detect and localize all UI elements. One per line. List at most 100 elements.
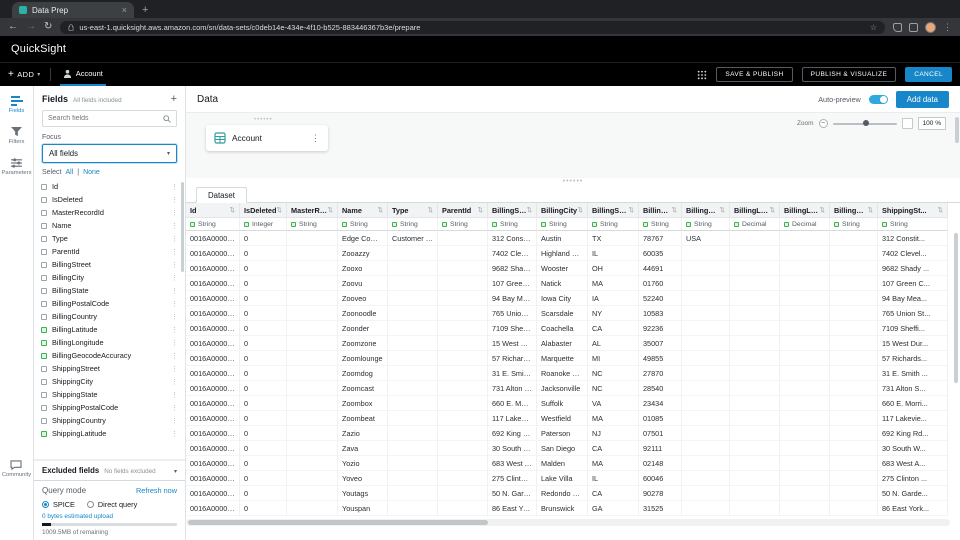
table-scrollbar[interactable] <box>954 233 958 383</box>
column-header[interactable]: BillingCou...⇅ <box>682 203 730 218</box>
field-menu-icon[interactable]: ⋮ <box>171 235 178 243</box>
field-item[interactable]: ShippingPostalCode ⋮ <box>34 401 185 414</box>
chevron-down-icon[interactable]: ▾ <box>174 468 177 475</box>
column-header[interactable]: BillingGeo...⇅ <box>830 203 878 218</box>
table-row[interactable]: 0016A00000... 0 Zooxo 9682 Shady ... Wooster… <box>186 261 960 276</box>
field-menu-icon[interactable]: ⋮ <box>171 417 178 425</box>
field-item[interactable]: BillingStreet ⋮ <box>34 258 185 271</box>
table-row[interactable]: 0016A00000... 0 Zoovu 107 Green C... Natick M… <box>186 276 960 291</box>
column-header[interactable]: Name ⇅ <box>338 203 388 218</box>
fields-list-scrollbar[interactable] <box>181 182 184 272</box>
focus-select[interactable]: All fields ▾ <box>42 144 177 163</box>
field-menu-icon[interactable]: ⋮ <box>171 287 178 295</box>
field-menu-icon[interactable]: ⋮ <box>171 430 178 438</box>
column-header[interactable]: BillingLatit...⇅ <box>730 203 780 218</box>
table-row[interactable]: 0016A00000... 0 Zooazzy 7402 Clevel... Highl… <box>186 246 960 261</box>
field-item[interactable]: MasterRecordId ⋮ <box>34 206 185 219</box>
field-menu-icon[interactable]: ⋮ <box>171 222 178 230</box>
field-item[interactable]: ShippingCity ⋮ <box>34 375 185 388</box>
field-item[interactable]: BillingCity ⋮ <box>34 271 185 284</box>
add-data-button[interactable]: Add data <box>895 90 949 108</box>
field-item[interactable]: Id ⋮ <box>34 180 185 193</box>
auto-preview-toggle[interactable] <box>868 94 888 104</box>
sort-icon[interactable]: ⇅ <box>938 206 943 214</box>
browser-menu-icon[interactable]: ⋮ <box>943 22 952 33</box>
field-item[interactable]: BillingState ⋮ <box>34 284 185 297</box>
table-row[interactable]: 0016A00000... 0 Zoombeat 117 Lakevie... West… <box>186 411 960 426</box>
column-header[interactable]: BillingPost...⇅ <box>639 203 682 218</box>
sort-icon[interactable]: ⇅ <box>578 206 583 214</box>
field-item[interactable]: IsDeleted ⋮ <box>34 193 185 206</box>
column-header[interactable]: ParentId ⇅ <box>438 203 488 218</box>
column-header[interactable]: ShippingSt... ⇅ <box>878 203 948 218</box>
column-header[interactable]: BillingLon...⇅ <box>780 203 830 218</box>
bookmark-star-icon[interactable]: ☆ <box>870 23 877 32</box>
save-publish-button[interactable]: SAVE & PUBLISH <box>716 67 793 82</box>
browser-tab[interactable]: Data Prep × <box>12 2 134 18</box>
field-item[interactable]: Type ⋮ <box>34 232 185 245</box>
refresh-now-link[interactable]: Refresh now <box>136 486 177 495</box>
field-item[interactable]: BillingGeocodeAccuracy ⋮ <box>34 349 185 362</box>
table-row[interactable]: 0016A00000... 0 Zoombox 660 E. Morri... Suff… <box>186 396 960 411</box>
account-node[interactable]: Account ⋮ <box>206 125 328 151</box>
back-icon[interactable]: ← <box>8 22 18 32</box>
field-item[interactable]: Name ⋮ <box>34 219 185 232</box>
new-tab-button[interactable]: + <box>142 4 148 16</box>
sort-icon[interactable]: ⇅ <box>277 206 282 214</box>
column-header[interactable]: Type ⇅ <box>388 203 438 218</box>
field-item[interactable]: BillingCountry ⋮ <box>34 310 185 323</box>
horizontal-scrollbar[interactable] <box>186 519 950 526</box>
field-item[interactable]: BillingLongitude ⋮ <box>34 336 185 349</box>
field-item[interactable]: ShippingLatitude ⋮ <box>34 427 185 440</box>
column-header[interactable]: BillingCity ⇅ <box>537 203 588 218</box>
sort-icon[interactable]: ⇅ <box>428 206 433 214</box>
field-menu-icon[interactable]: ⋮ <box>171 313 178 321</box>
table-row[interactable]: 0016A00000... 0 Youspan 86 East York... Brun… <box>186 501 960 516</box>
column-header[interactable]: Id ⇅ <box>186 203 240 218</box>
sort-icon[interactable]: ⇅ <box>527 206 532 214</box>
field-menu-icon[interactable]: ⋮ <box>171 339 178 347</box>
zoom-fit-button[interactable] <box>901 118 913 129</box>
select-none-link[interactable]: None <box>83 169 100 176</box>
table-row[interactable]: 0016A00000... 0 Zava 30 South W... San Diego… <box>186 441 960 456</box>
sort-icon[interactable]: ⇅ <box>230 206 235 214</box>
field-menu-icon[interactable]: ⋮ <box>171 274 178 282</box>
field-menu-icon[interactable]: ⋮ <box>171 365 178 373</box>
sort-icon[interactable]: ⇅ <box>868 206 873 214</box>
spice-radio[interactable]: SPICE <box>42 500 75 509</box>
table-row[interactable]: 0016A00000... 0 Yoveo 275 Clinton ... Lake V… <box>186 471 960 486</box>
sort-icon[interactable]: ⇅ <box>629 206 634 214</box>
tab-close-icon[interactable]: × <box>122 5 127 15</box>
field-menu-icon[interactable]: ⋮ <box>171 391 178 399</box>
table-row[interactable]: 0016A00000... 0 Zoomlounge 57 Richards... Ma… <box>186 351 960 366</box>
zoom-out-icon[interactable]: − <box>818 119 828 128</box>
field-item[interactable]: BillingPostalCode ⋮ <box>34 297 185 310</box>
table-row[interactable]: 0016A00000... 0 Zoomzone 15 West Dur... Alab… <box>186 336 960 351</box>
sort-icon[interactable]: ⇅ <box>820 206 825 214</box>
field-menu-icon[interactable]: ⋮ <box>171 352 178 360</box>
field-menu-icon[interactable]: ⋮ <box>171 248 178 256</box>
forward-icon[interactable]: → <box>26 22 36 32</box>
table-row[interactable]: 0016A00000... 0 Yozio 683 West An... Malden M… <box>186 456 960 471</box>
column-header[interactable]: IsDeleted ⇅ <box>240 203 287 218</box>
side-panel-icon[interactable] <box>909 22 918 32</box>
field-item[interactable]: ParentId ⋮ <box>34 245 185 258</box>
sort-icon[interactable]: ⇅ <box>378 206 383 214</box>
rail-item-parameters[interactable]: Parameters <box>2 158 31 176</box>
table-row[interactable]: 0016A00000... 0 Zoonder 7109 Sheffi... Coach… <box>186 321 960 336</box>
sort-icon[interactable]: ⇅ <box>770 206 775 214</box>
cancel-button[interactable]: CANCEL <box>905 67 952 82</box>
table-row[interactable]: 0016A00000... 0 Youtags 50 N. Garde... Redon… <box>186 486 960 501</box>
rail-item-filters[interactable]: Filters <box>9 127 24 145</box>
dataset-name-tab[interactable]: Account <box>59 63 106 86</box>
extensions-icon[interactable] <box>893 22 902 32</box>
direct-query-radio[interactable]: Direct query <box>86 500 137 509</box>
excluded-fields-section[interactable]: Excluded fields No fields excluded ▾ <box>34 460 185 480</box>
field-menu-icon[interactable]: ⋮ <box>171 300 178 308</box>
column-header[interactable]: BillingState ⇅ <box>588 203 639 218</box>
zoom-slider[interactable] <box>832 120 897 126</box>
search-fields-box[interactable] <box>42 110 177 127</box>
table-row[interactable]: 0016A00000... 0 Zooveo 94 Bay Mea... Iowa Ci… <box>186 291 960 306</box>
rail-item-fields[interactable]: Fields <box>9 96 24 114</box>
profile-avatar[interactable] <box>925 21 936 33</box>
